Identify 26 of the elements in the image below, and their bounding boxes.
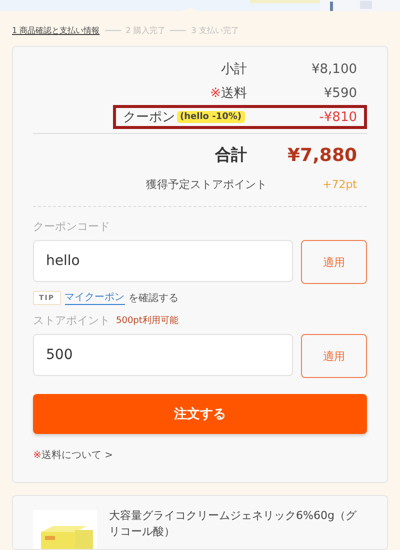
summary-label: ※送料 — [209, 85, 247, 102]
total-value: ¥7,880 — [286, 144, 357, 166]
summary-value: ¥8,100 — [310, 62, 357, 77]
apply-button[interactable]: 適用 — [301, 334, 367, 378]
summary-value: ¥590 — [322, 86, 357, 101]
apply-button[interactable]: 適用 — [301, 240, 367, 284]
progress-step: 2 購入完了 — [126, 25, 166, 36]
points-label: 獲得予定ストアポイント — [145, 176, 268, 192]
field-label: クーポンコード — [33, 219, 110, 234]
my-coupon-link[interactable]: マイクーポン — [64, 290, 125, 306]
store-points-field[interactable]: 500 — [33, 334, 293, 376]
points-available: 500pt利用可能 — [116, 314, 178, 328]
summary-value: -¥810 — [318, 110, 357, 125]
summary-label: 小計 — [220, 61, 247, 78]
coupon-code-field[interactable]: hello — [33, 240, 293, 282]
product-title: 大容量グライコクリームジェネリック6%60g（グリコール酸） — [109, 508, 358, 540]
field-label: ストアポイント — [33, 313, 110, 328]
progress-step: 1 商品確認と支払い情報 — [12, 25, 100, 36]
summary-label: クーポン — [123, 109, 175, 126]
order-button[interactable]: 注文する — [33, 394, 367, 434]
total-label: 合計 — [214, 144, 247, 166]
points-value: +72pt — [321, 178, 357, 191]
coupon-tag: (hello -10%) — [177, 111, 245, 124]
tip-text: を確認する — [128, 292, 179, 305]
shipping-info-link[interactable]: ※送料について > — [33, 448, 367, 462]
progress-step: 3 支払い完了 — [191, 25, 239, 36]
